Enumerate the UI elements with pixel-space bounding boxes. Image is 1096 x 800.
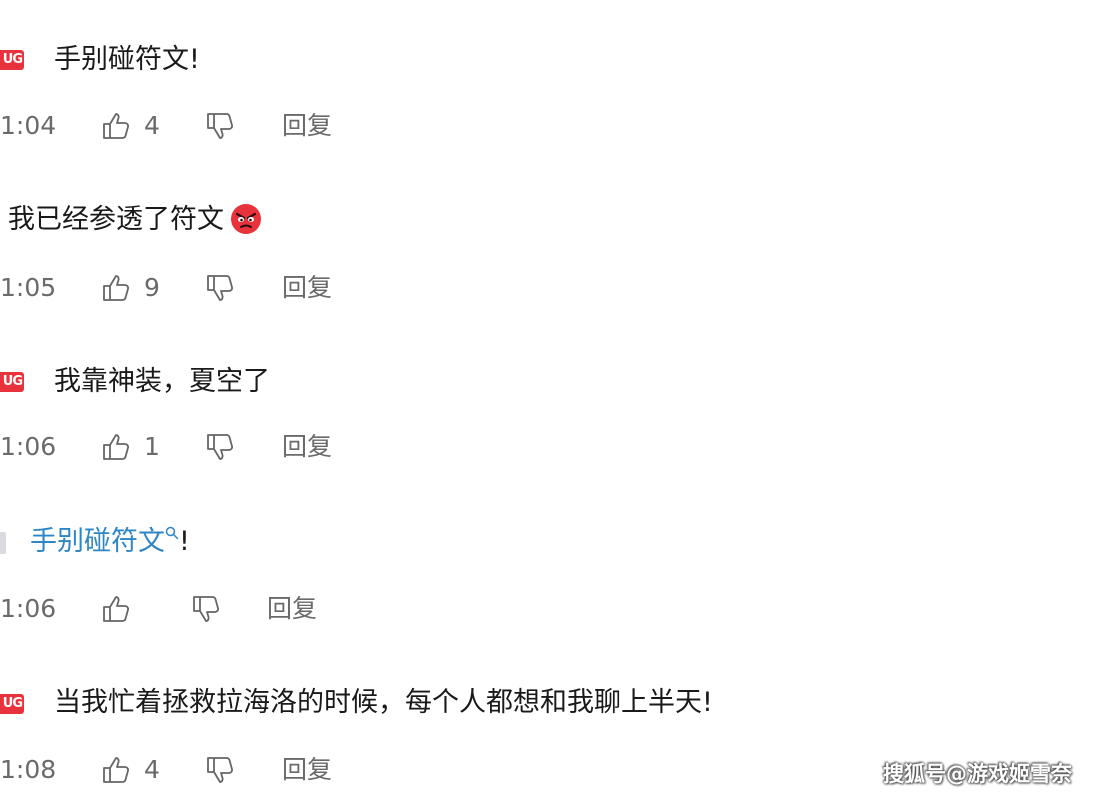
thumbs-up-icon[interactable] [100,272,132,304]
thumbs-down-icon[interactable] [204,272,236,304]
reply-button[interactable]: 回复 [282,106,332,146]
search-icon[interactable] [165,526,179,540]
thumbs-up-icon[interactable] [100,431,132,463]
user-level-badge: UG [0,50,24,70]
reply-button[interactable]: 回复 [282,268,332,308]
thumbs-down-icon[interactable] [204,754,236,786]
comment-text-row: 手别碰符文 ! [30,524,190,560]
like-count: 9 [144,273,160,302]
watermark: 搜狐号@游戏姬雪奈 [883,762,1072,786]
like-count: 1 [144,432,160,461]
user-level-badge: UG [0,372,24,392]
like-count: 4 [144,755,160,784]
comment-meta: 1:05 9 回复 [0,268,600,308]
comment-timestamp: 1:08 [0,755,57,784]
comment-meta: 1:06 1 回复 [0,427,600,467]
comment-timestamp: 1:06 [0,432,57,461]
angry-face-icon [231,203,261,234]
search-link[interactable]: 手别碰符文 [30,526,165,557]
comment-text: 我靠神装，夏空了 [54,366,270,397]
thumbs-down-icon[interactable] [204,110,236,142]
comment-meta: 1:06 回复 [0,589,600,629]
reply-button[interactable]: 回复 [282,427,332,467]
thumbs-up-icon[interactable] [100,593,132,625]
comment-timestamp: 1:06 [0,594,57,623]
comment-text: 我已经参透了符文 [8,204,224,235]
comment-timestamp: 1:04 [0,111,57,140]
user-level-badge [0,532,6,554]
comment-text-suffix: ! [179,526,190,557]
comment-text-row: 我已经参透了符文 [8,202,262,238]
thumbs-up-icon[interactable] [100,110,132,142]
comment-timestamp: 1:05 [0,273,57,302]
comment-meta: 1:04 4 回复 [0,106,600,146]
comment-meta: 1:08 4 回复 [0,750,600,790]
thumbs-down-icon[interactable] [190,593,222,625]
comment-text: 当我忙着拯救拉海洛的时候，每个人都想和我聊上半天! [54,687,713,718]
user-level-badge: UG [0,694,24,714]
comment-text: 手别碰符文! [54,44,200,75]
thumbs-up-icon[interactable] [100,754,132,786]
reply-button[interactable]: 回复 [282,750,332,790]
like-count: 4 [144,111,160,140]
reply-button[interactable]: 回复 [267,589,317,629]
thumbs-down-icon[interactable] [204,431,236,463]
